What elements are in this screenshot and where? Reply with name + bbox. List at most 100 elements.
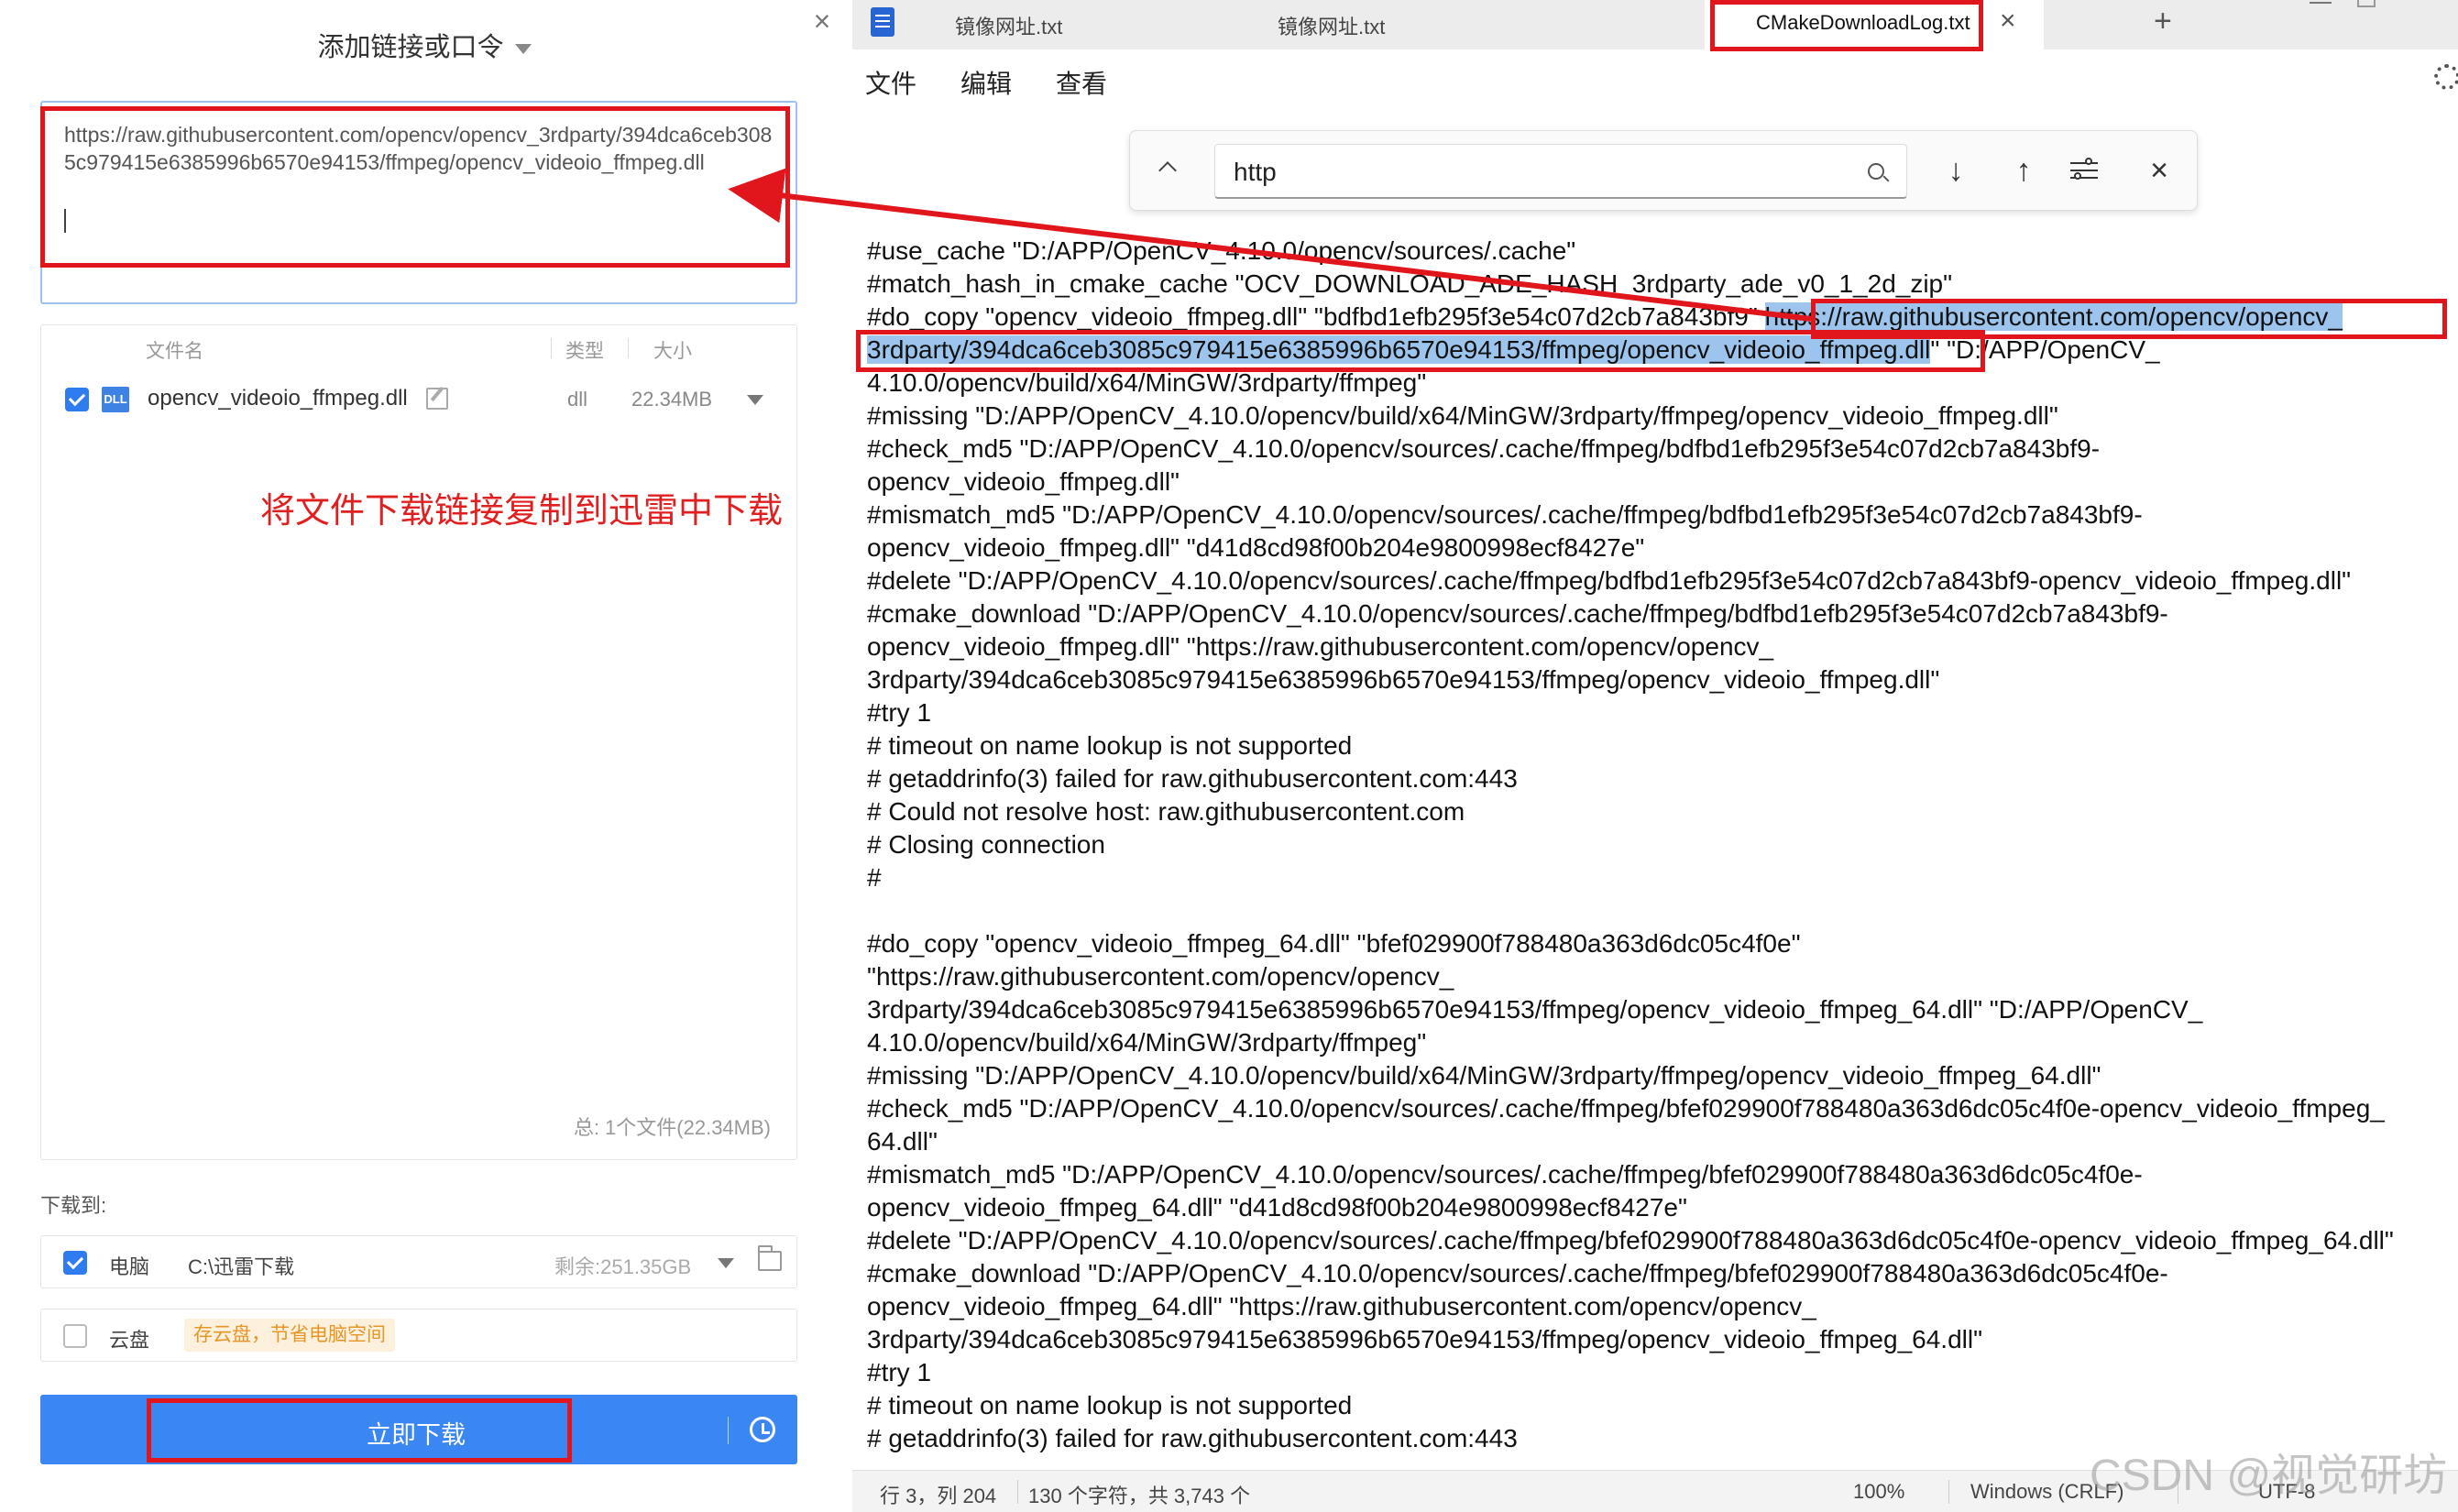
text-line: #missing "D:/APP/OpenCV_4.10.0/opencv/bu… bbox=[867, 401, 2058, 430]
text-line: #check_md5 "D:/APP/OpenCV_4.10.0/opencv/… bbox=[867, 434, 2101, 463]
save-cloud-option[interactable]: 云盘 存云盘，节省电脑空间 bbox=[40, 1309, 797, 1362]
save-path[interactable]: C:\迅雷下载 bbox=[188, 1251, 294, 1280]
folder-icon[interactable] bbox=[758, 1245, 782, 1271]
dialog-title-text: 添加链接或口令 bbox=[317, 33, 504, 62]
tab-label: 镜像网址.txt bbox=[1278, 16, 1386, 38]
tab-mirror-urls-1[interactable]: 镜像网址.txt bbox=[907, 0, 1246, 49]
file-name: opencv_videoio_ffmpeg.dll bbox=[148, 386, 408, 411]
free-space: 剩余:251.35GB bbox=[554, 1255, 692, 1278]
dll-file-icon: DLL bbox=[102, 387, 129, 412]
text-line: # timeout on name lookup is not supporte… bbox=[867, 1391, 1353, 1419]
find-previous-button[interactable]: ↑ bbox=[2003, 149, 2045, 192]
cloud-label: 云盘 bbox=[109, 1329, 150, 1352]
gear-icon[interactable] bbox=[2434, 64, 2458, 90]
watermark: CSDN @视觉研坊 bbox=[2090, 1452, 2448, 1500]
text-line: 3rdparty/394dca6ceb3085c979415e6385996b6… bbox=[867, 665, 1940, 694]
text-line: #mismatch_md5 "D:/APP/OpenCV_4.10.0/open… bbox=[867, 500, 2143, 529]
annotation-box-url-input bbox=[40, 106, 790, 268]
find-next-button[interactable]: ↓ bbox=[1935, 149, 1977, 192]
text-line: 64.dll" bbox=[867, 1127, 938, 1156]
text-line: opencv_videoio_ffmpeg.dll" "d41d8cd98f00… bbox=[867, 533, 1645, 562]
menu-view[interactable]: 查看 bbox=[1056, 64, 1107, 101]
tab-label: 镜像网址.txt bbox=[955, 16, 1063, 38]
button-divider bbox=[728, 1417, 729, 1444]
text-editor[interactable]: #use_cache "D:/APP/OpenCV_4.10.0/opencv/… bbox=[867, 235, 2453, 1455]
annotation-text: 将文件下载链接复制到迅雷中下载 bbox=[260, 492, 784, 531]
text-line: #check_md5 "D:/APP/OpenCV_4.10.0/opencv/… bbox=[867, 1094, 2385, 1123]
notepad-window: 镜像网址.txt 镜像网址.txt CMakeDownloadLog.txt ×… bbox=[852, 0, 2458, 1512]
dialog-title[interactable]: 添加链接或口令 bbox=[0, 26, 849, 64]
annotation-box-active-tab bbox=[1710, 0, 1983, 51]
text-line: opencv_videoio_ffmpeg.dll" bbox=[867, 467, 1180, 496]
tab-close-button[interactable]: × bbox=[2000, 5, 2016, 37]
local-label: 电脑 bbox=[109, 1255, 150, 1278]
status-divider bbox=[1017, 1480, 1018, 1504]
text-line: #match_hash_in_cmake_cache "OCV_DOWNLOAD… bbox=[867, 269, 1953, 298]
text-line: opencv_videoio_ffmpeg_64.dll" "https://r… bbox=[867, 1292, 1816, 1320]
text-line bbox=[867, 894, 2453, 927]
text-line: # Closing connection bbox=[867, 830, 1105, 859]
cloud-promo-badge: 存云盘，节省电脑空间 bbox=[184, 1319, 395, 1352]
text-line: 4.10.0/opencv/build/x64/MinGW/3rdparty/f… bbox=[867, 1028, 1427, 1057]
text-line: # timeout on name lookup is not supporte… bbox=[867, 731, 1353, 760]
rename-icon[interactable] bbox=[426, 388, 448, 410]
chevron-down-icon[interactable] bbox=[747, 395, 763, 405]
new-tab-button[interactable]: + bbox=[2154, 4, 2172, 39]
find-options-icon[interactable] bbox=[2070, 158, 2098, 182]
minimize-button[interactable] bbox=[2310, 2, 2332, 4]
header-size: 大小 bbox=[653, 341, 692, 362]
find-bar: http ↓ ↑ × bbox=[1129, 130, 2198, 211]
find-query: http bbox=[1234, 158, 1277, 186]
annotation-box-download-button bbox=[147, 1398, 572, 1463]
text-line: # bbox=[867, 863, 882, 892]
text-line: 3rdparty/394dca6ceb3085c979415e6385996b6… bbox=[867, 1325, 1983, 1353]
header-divider bbox=[551, 338, 552, 358]
text-line: # Could not resolve host: raw.githubuser… bbox=[867, 797, 1465, 826]
file-type: dll bbox=[567, 388, 588, 411]
text-line: #cmake_download "D:/APP/OpenCV_4.10.0/op… bbox=[867, 599, 2168, 628]
text-line: opencv_videoio_ffmpeg.dll" "https://raw.… bbox=[867, 632, 1774, 661]
text-line: # getaddrinfo(3) failed for raw.githubus… bbox=[867, 764, 1518, 793]
search-icon[interactable] bbox=[1868, 163, 1884, 180]
text-line: 3rdparty/394dca6ceb3085c979415e6385996b6… bbox=[867, 995, 2203, 1024]
close-dialog-button[interactable]: × bbox=[807, 5, 838, 37]
header-divider bbox=[628, 338, 629, 358]
tab-mirror-urls-2[interactable]: 镜像网址.txt bbox=[1256, 0, 1622, 49]
find-input[interactable]: http bbox=[1214, 144, 1907, 199]
file-list-panel: 文件名 类型 大小 DLL opencv_videoio_ffmpeg.dll … bbox=[40, 324, 797, 1160]
status-divider bbox=[1948, 1480, 1949, 1504]
chevron-down-icon bbox=[514, 43, 532, 54]
close-find-button[interactable]: × bbox=[2138, 149, 2180, 192]
cursor-position: 行 3，列 204 bbox=[880, 1485, 997, 1507]
menu-edit[interactable]: 编辑 bbox=[960, 64, 1012, 101]
header-type: 类型 bbox=[565, 341, 604, 362]
file-total: 总: 1个文件(22.34MB) bbox=[573, 1116, 771, 1139]
maximize-button[interactable] bbox=[2357, 0, 2376, 7]
cloud-checkbox[interactable] bbox=[63, 1324, 87, 1348]
menu-file[interactable]: 文件 bbox=[865, 64, 916, 101]
text-line: opencv_videoio_ffmpeg_64.dll" "d41d8cd98… bbox=[867, 1193, 1687, 1222]
zoom-level[interactable]: 100% bbox=[1853, 1480, 1904, 1504]
file-size: 22.34MB bbox=[631, 388, 713, 411]
text-line: #cmake_download "D:/APP/OpenCV_4.10.0/op… bbox=[867, 1259, 2168, 1287]
text-line: #use_cache "D:/APP/OpenCV_4.10.0/opencv/… bbox=[867, 236, 1576, 265]
tab-bar: 镜像网址.txt 镜像网址.txt CMakeDownloadLog.txt ×… bbox=[852, 0, 2458, 49]
character-count: 130 个字符，共 3,743 个 bbox=[1028, 1485, 1251, 1507]
save-local-option[interactable]: 电脑 C:\迅雷下载 剩余:251.35GB bbox=[40, 1235, 797, 1288]
file-row[interactable]: DLL opencv_videoio_ffmpeg.dll dll 22.34M… bbox=[41, 371, 796, 426]
file-checkbox[interactable] bbox=[65, 388, 89, 411]
text-line: #missing "D:/APP/OpenCV_4.10.0/opencv/bu… bbox=[867, 1061, 2101, 1090]
line-text: #do_copy "opencv_videoio_ffmpeg.dll" "bd… bbox=[867, 302, 1765, 331]
chevron-up-icon[interactable] bbox=[1158, 161, 1177, 180]
chevron-down-icon[interactable] bbox=[718, 1258, 734, 1268]
annotation-box-url-part2 bbox=[856, 330, 1985, 372]
menu-bar: 文件 编辑 查看 bbox=[852, 49, 2458, 112]
schedule-clock-icon[interactable] bbox=[750, 1417, 775, 1442]
text-line: #delete "D:/APP/OpenCV_4.10.0/opencv/sou… bbox=[867, 566, 2352, 595]
text-line: #mismatch_md5 "D:/APP/OpenCV_4.10.0/open… bbox=[867, 1160, 2143, 1189]
text-line: #try 1 bbox=[867, 1358, 932, 1386]
save-to-label: 下载到: bbox=[40, 1194, 107, 1217]
text-line: #delete "D:/APP/OpenCV_4.10.0/opencv/sou… bbox=[867, 1226, 2394, 1255]
local-checkbox[interactable] bbox=[63, 1251, 87, 1275]
notepad-app-icon bbox=[871, 7, 894, 37]
